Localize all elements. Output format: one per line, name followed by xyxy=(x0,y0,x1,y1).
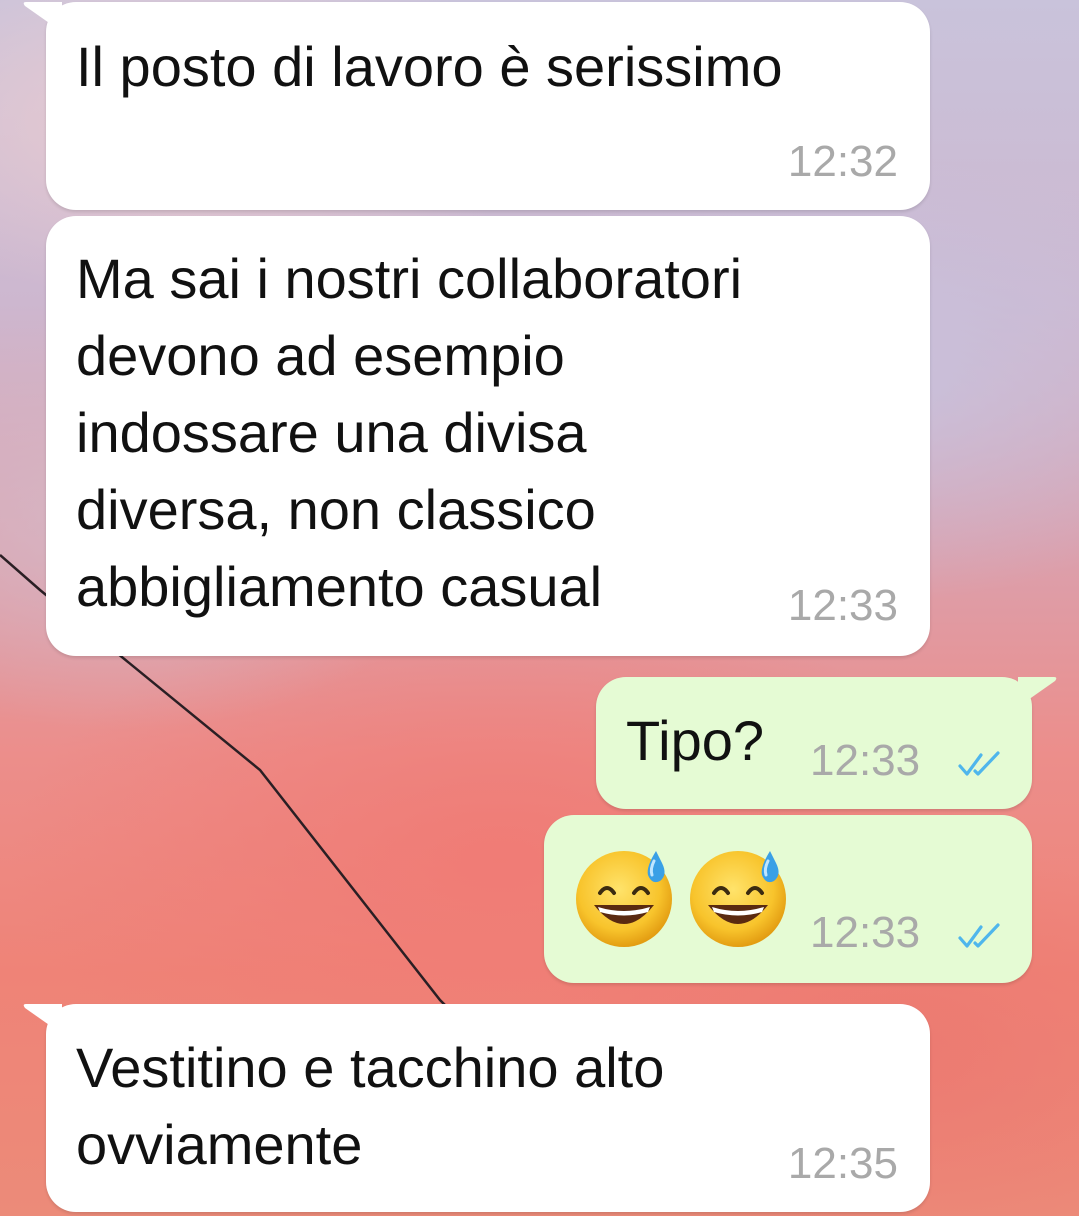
message-line: ovviamente xyxy=(76,1113,363,1176)
message-line: indossare una divisa xyxy=(76,401,587,464)
message-line: devono ad esempio xyxy=(76,324,565,387)
message-timestamp: 12:33 xyxy=(810,908,921,957)
message-timestamp: 12:33 xyxy=(810,736,921,785)
message-text: Ma sai i nostri collaboratori devono ad … xyxy=(76,240,742,625)
message-line: abbigliamento casual xyxy=(76,555,603,618)
grinning-face-with-sweat-emoji xyxy=(576,851,672,947)
message-text: Tipo? xyxy=(626,709,765,772)
message-line: Vestitino e tacchino alto xyxy=(76,1036,665,1099)
message-timestamp: 12:32 xyxy=(787,137,898,186)
double-check-read-icon xyxy=(958,923,1000,948)
message-bubble-incoming[interactable]: Ma sai i nostri collaboratori devono ad … xyxy=(46,216,930,656)
grinning-face-with-sweat-emoji xyxy=(690,851,786,947)
double-check-read-icon xyxy=(958,751,1000,776)
message-bubble-incoming[interactable]: Il posto di lavoro è serissimo 12:32 xyxy=(23,2,930,210)
message-bubble-incoming[interactable]: Vestitino e tacchino alto ovviamente 12:… xyxy=(23,1004,930,1212)
bubble-tail xyxy=(23,1004,62,1034)
message-line: Il posto di lavoro è serissimo xyxy=(76,35,783,98)
message-text: Il posto di lavoro è serissimo xyxy=(76,28,783,105)
message-bubble-outgoing[interactable]: 12:33 xyxy=(544,815,1032,983)
message-timestamp: 12:33 xyxy=(787,581,898,630)
message-line: Ma sai i nostri collaboratori xyxy=(76,247,743,310)
bubble-tail xyxy=(1018,677,1057,707)
bubble-tail xyxy=(23,2,62,32)
message-text: Vestitino e tacchino alto ovviamente xyxy=(76,1029,664,1183)
message-line: diversa, non classico xyxy=(76,478,596,541)
message-bubble-outgoing[interactable]: Tipo? 12:33 xyxy=(596,677,1057,809)
message-timestamp: 12:35 xyxy=(787,1139,898,1188)
